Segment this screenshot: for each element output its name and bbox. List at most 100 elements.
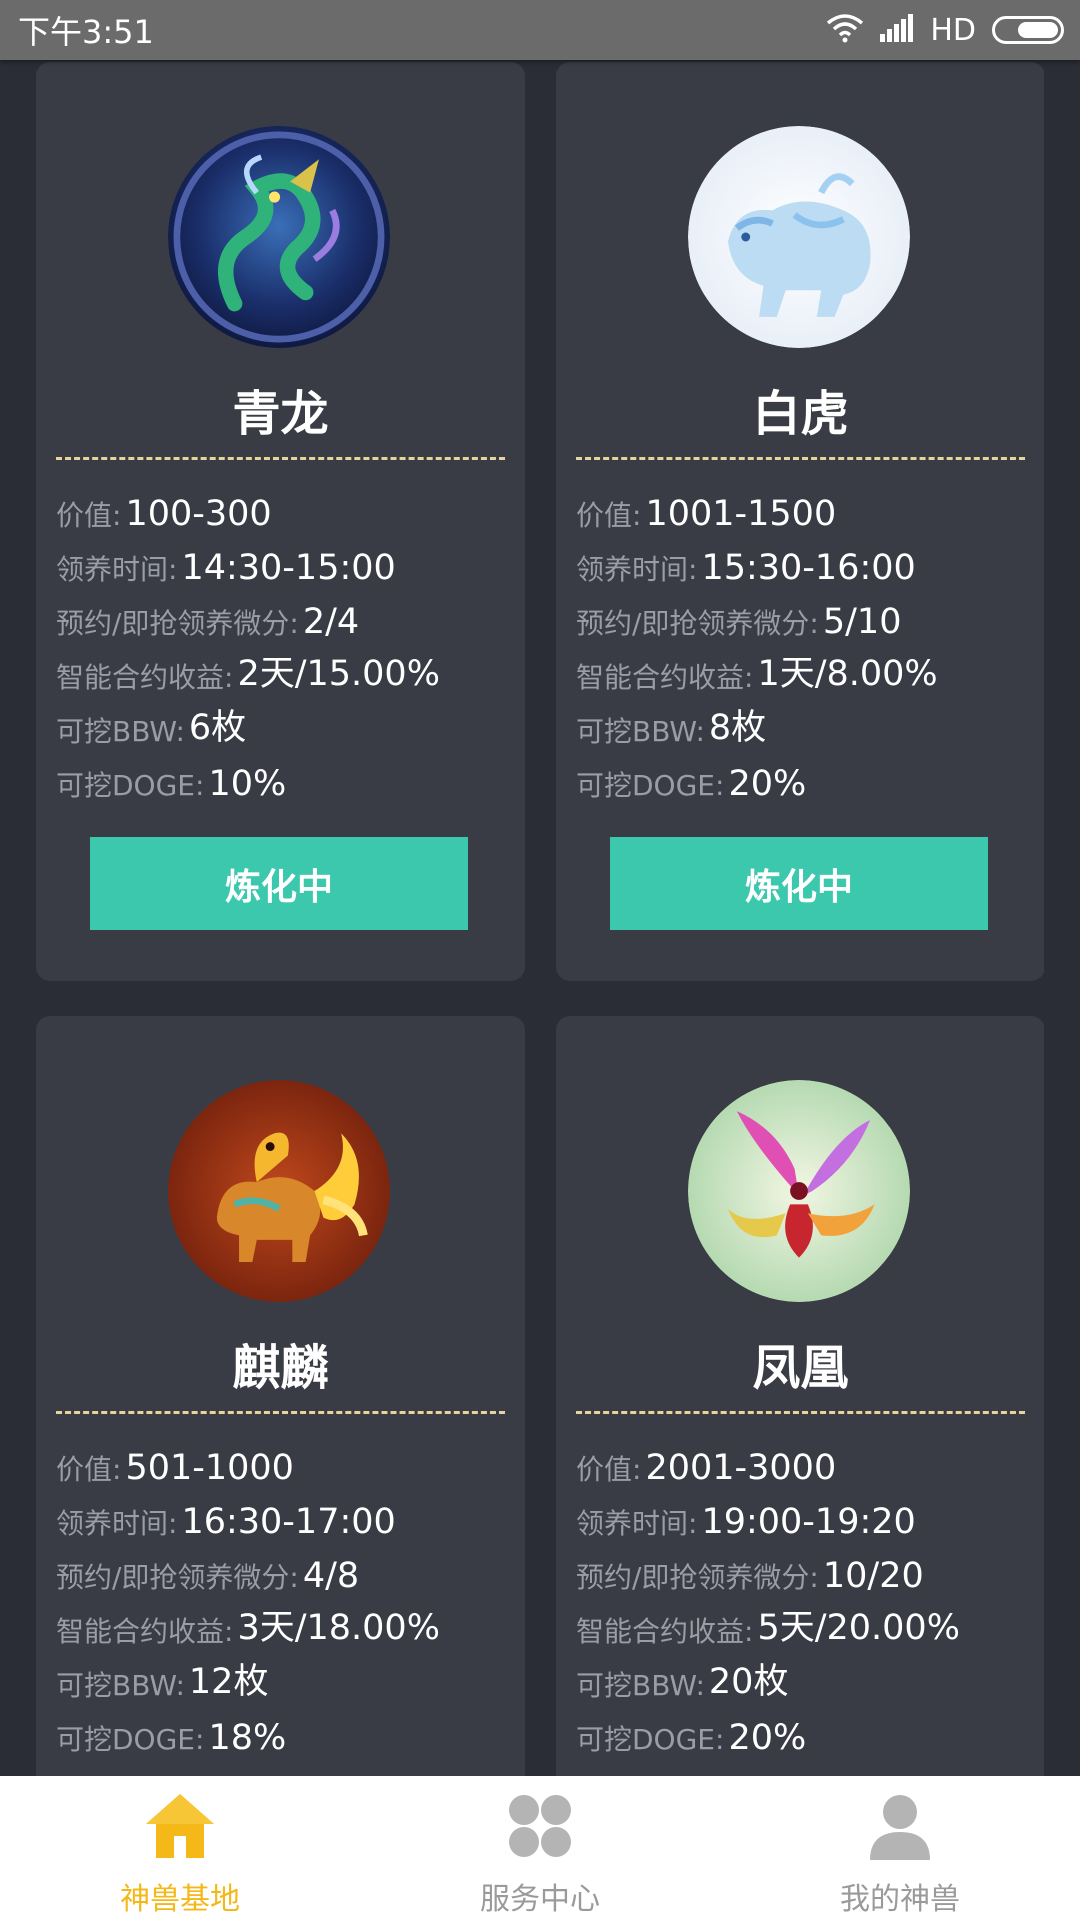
attr-label: 可挖DOGE: bbox=[56, 769, 205, 802]
attr-row: 智能合约收益: 5天/20.00% bbox=[576, 1596, 1036, 1650]
attr-value: 100-300 bbox=[125, 494, 272, 534]
attr-row: 智能合约收益: 1天/8.00% bbox=[576, 642, 1036, 696]
attr-value: 19:00-19:20 bbox=[701, 1502, 916, 1542]
divider bbox=[576, 1411, 1025, 1414]
attr-value: 18% bbox=[208, 1718, 287, 1758]
attr-value: 20枚 bbox=[708, 1662, 789, 1702]
attr-label: 可挖DOGE: bbox=[576, 769, 725, 802]
beast-attributes: 价值: 100-300 领养时间: 14:30-15:00 预约/即抢领养微分: 2/… bbox=[56, 480, 516, 804]
home-icon bbox=[142, 1788, 218, 1864]
attr-row: 价值: 100-300 bbox=[56, 480, 516, 534]
attr-value: 10% bbox=[208, 764, 287, 804]
attr-value: 5/10 bbox=[822, 602, 902, 642]
user-icon bbox=[862, 1788, 938, 1864]
attr-row: 可挖BBW: 8枚 bbox=[576, 696, 1036, 750]
tab-my-beasts[interactable]: 我的神兽 bbox=[720, 1776, 1080, 1920]
attr-value: 20% bbox=[728, 1718, 807, 1758]
attr-row: 可挖BBW: 20枚 bbox=[576, 1650, 1036, 1704]
phoenix-icon bbox=[688, 1080, 910, 1302]
attr-row: 领养时间: 16:30-17:00 bbox=[56, 1488, 516, 1542]
attr-value: 6枚 bbox=[188, 708, 247, 748]
beast-name: 白虎 bbox=[752, 386, 849, 442]
attr-label: 价值: bbox=[56, 1453, 122, 1486]
divider bbox=[576, 457, 1025, 460]
beast-name: 麒麟 bbox=[232, 1340, 329, 1396]
attr-label: 智能合约收益: bbox=[56, 1615, 234, 1648]
beast-attributes: 价值: 2001-3000 领养时间: 19:00-19:20 预约/即抢领养微分:… bbox=[576, 1434, 1036, 1758]
refining-button[interactable]: 炼化中 bbox=[90, 837, 468, 930]
attr-label: 领养时间: bbox=[56, 1507, 178, 1540]
status-time: 下午3:51 bbox=[18, 13, 154, 51]
attr-value: 10/20 bbox=[822, 1556, 924, 1596]
attr-row: 可挖BBW: 12枚 bbox=[56, 1650, 516, 1704]
bottom-tab-bar: 神兽基地 服务中心 我的神兽 bbox=[0, 1776, 1080, 1920]
attr-row: 智能合约收益: 2天/15.00% bbox=[56, 642, 516, 696]
status-bar: 下午3:51 HD bbox=[0, 0, 1080, 60]
beast-card[interactable]: 凤凰 价值: 2001-3000 领养时间: 19:00-19:20 预约/即抢领养… bbox=[556, 1016, 1044, 1776]
attr-value: 15:30-16:00 bbox=[701, 548, 916, 588]
attr-label: 价值: bbox=[576, 1453, 642, 1486]
attr-label: 可挖BBW: bbox=[56, 1669, 185, 1702]
attr-value: 2天/15.00% bbox=[237, 654, 440, 694]
attr-label: 智能合约收益: bbox=[56, 661, 234, 694]
attr-label: 领养时间: bbox=[576, 1507, 698, 1540]
attr-row: 预约/即抢领养微分: 4/8 bbox=[56, 1542, 516, 1596]
attr-value: 1天/8.00% bbox=[757, 654, 938, 694]
divider bbox=[56, 457, 505, 460]
attr-label: 可挖DOGE: bbox=[576, 1723, 725, 1756]
attr-value: 14:30-15:00 bbox=[181, 548, 396, 588]
attr-row: 可挖DOGE: 10% bbox=[56, 750, 516, 804]
beast-attributes: 价值: 1001-1500 领养时间: 15:30-16:00 预约/即抢领养微分:… bbox=[576, 480, 1036, 804]
attr-row: 价值: 501-1000 bbox=[56, 1434, 516, 1488]
attr-row: 领养时间: 14:30-15:00 bbox=[56, 534, 516, 588]
attr-label: 预约/即抢领养微分: bbox=[56, 607, 299, 640]
network-type: HD bbox=[930, 12, 976, 48]
attr-label: 领养时间: bbox=[576, 553, 698, 586]
attr-label: 价值: bbox=[56, 499, 122, 532]
tab-beast-base[interactable]: 神兽基地 bbox=[0, 1776, 360, 1920]
refining-button[interactable]: 炼化中 bbox=[610, 837, 988, 930]
attr-value: 20% bbox=[728, 764, 807, 804]
beast-card[interactable]: 麒麟 价值: 501-1000 领养时间: 16:30-17:00 预约/即抢领养微… bbox=[36, 1016, 525, 1776]
status-indicators: HD bbox=[826, 13, 1064, 48]
attr-label: 智能合约收益: bbox=[576, 661, 754, 694]
attr-value: 8枚 bbox=[708, 708, 767, 748]
white-tiger-icon bbox=[688, 126, 910, 348]
tab-service-center[interactable]: 服务中心 bbox=[360, 1776, 720, 1920]
attr-row: 领养时间: 19:00-19:20 bbox=[576, 1488, 1036, 1542]
attr-value: 1001-1500 bbox=[645, 494, 837, 534]
attr-value: 3天/18.00% bbox=[237, 1608, 440, 1648]
attr-label: 可挖BBW: bbox=[576, 1669, 705, 1702]
attr-row: 智能合约收益: 3天/18.00% bbox=[56, 1596, 516, 1650]
attr-value: 4/8 bbox=[302, 1556, 360, 1596]
battery-icon bbox=[992, 16, 1064, 44]
attr-label: 可挖DOGE: bbox=[56, 1723, 205, 1756]
attr-value: 2001-3000 bbox=[645, 1448, 837, 1488]
beast-card[interactable]: 白虎 价值: 1001-1500 领养时间: 15:30-16:00 预约/即抢领养… bbox=[556, 62, 1044, 981]
tab-label: 服务中心 bbox=[480, 1882, 600, 1917]
attr-value: 16:30-17:00 bbox=[181, 1502, 396, 1542]
attr-row: 可挖DOGE: 20% bbox=[576, 1704, 1036, 1758]
attr-label: 智能合约收益: bbox=[576, 1615, 754, 1648]
tab-label: 我的神兽 bbox=[840, 1882, 960, 1917]
beast-name: 凤凰 bbox=[752, 1340, 849, 1396]
beast-attributes: 价值: 501-1000 领养时间: 16:30-17:00 预约/即抢领养微分: 4… bbox=[56, 1434, 516, 1758]
attr-row: 价值: 2001-3000 bbox=[576, 1434, 1036, 1488]
attr-label: 可挖BBW: bbox=[56, 715, 185, 748]
attr-value: 2/4 bbox=[302, 602, 360, 642]
divider bbox=[56, 1411, 505, 1414]
tab-label: 神兽基地 bbox=[120, 1882, 240, 1917]
attr-label: 可挖BBW: bbox=[576, 715, 705, 748]
attr-row: 价值: 1001-1500 bbox=[576, 480, 1036, 534]
qilin-icon bbox=[168, 1080, 390, 1302]
attr-row: 可挖DOGE: 18% bbox=[56, 1704, 516, 1758]
wifi-icon bbox=[826, 13, 864, 47]
attr-row: 可挖BBW: 6枚 bbox=[56, 696, 516, 750]
attr-row: 可挖DOGE: 20% bbox=[576, 750, 1036, 804]
attr-value: 501-1000 bbox=[125, 1448, 294, 1488]
attr-label: 预约/即抢领养微分: bbox=[576, 1561, 819, 1594]
beast-card[interactable]: 青龙 价值: 100-300 领养时间: 14:30-15:00 预约/即抢领养微分… bbox=[36, 62, 525, 981]
azure-dragon-icon bbox=[168, 126, 390, 348]
signal-icon bbox=[880, 14, 914, 46]
beast-name: 青龙 bbox=[232, 386, 329, 442]
